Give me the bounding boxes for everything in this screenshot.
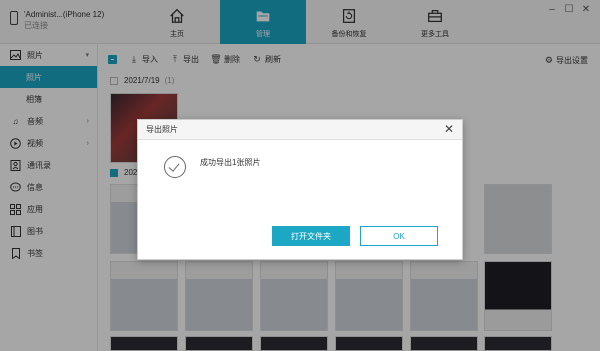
open-folder-button[interactable]: 打开文件夹 (272, 226, 350, 246)
close-icon[interactable]: ✕ (442, 122, 456, 136)
ok-button[interactable]: OK (360, 226, 438, 246)
export-dialog: 导出照片 ✕ 成功导出1张照片 打开文件夹 OK (137, 119, 463, 260)
dialog-title: 导出照片 (146, 125, 178, 134)
success-check-icon (164, 156, 186, 178)
dialog-body: 成功导出1张照片 (164, 156, 260, 178)
dialog-message: 成功导出1张照片 (200, 157, 261, 167)
dialog-header: 导出照片 (138, 120, 462, 140)
